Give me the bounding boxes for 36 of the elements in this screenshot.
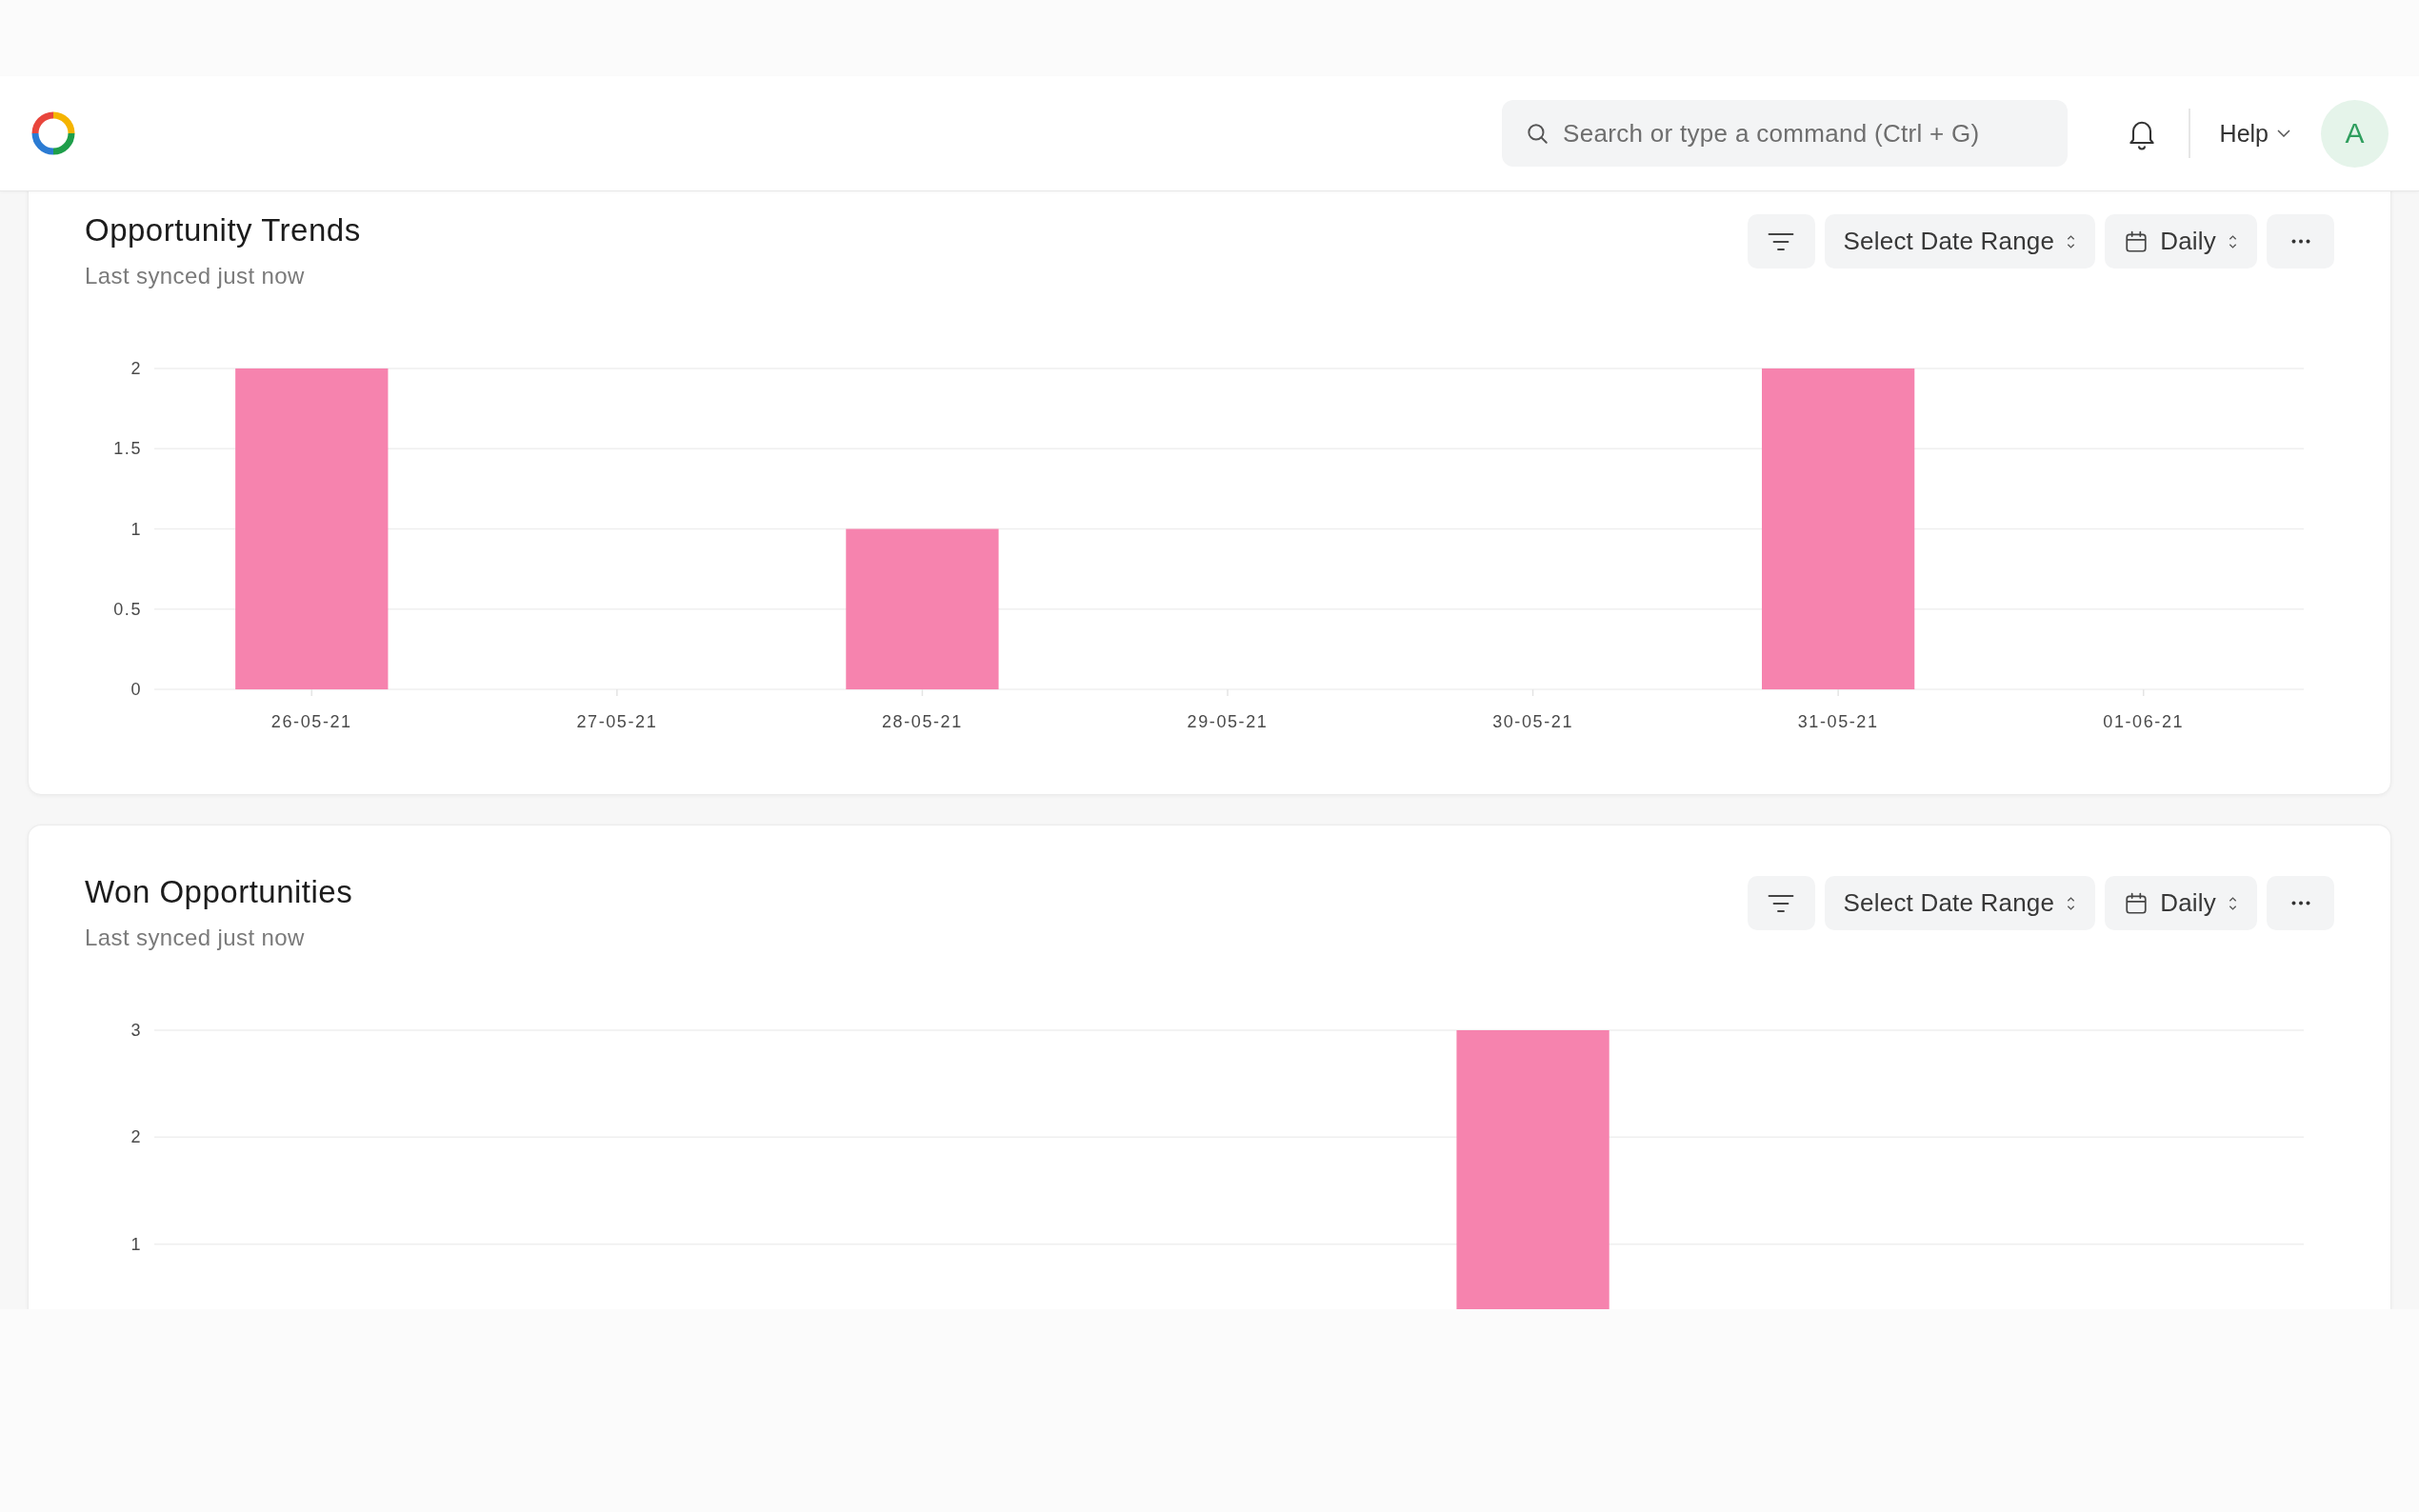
x-axis-label: 01-06-21 (2103, 712, 2185, 731)
sync-status: Last synced just now (85, 262, 306, 290)
y-axis-label: 1.5 (113, 439, 142, 459)
search-field[interactable]: Search or type a command (Ctrl + G) (1502, 100, 2069, 167)
filter-icon (1768, 231, 1795, 251)
logo-icon[interactable] (30, 110, 76, 156)
card-title: Won Opportunities (85, 874, 353, 910)
search-icon (1525, 121, 1550, 146)
calendar-icon (2124, 890, 2149, 916)
help-menu[interactable]: Help (2219, 119, 2290, 148)
y-axis-label: 1 (130, 1234, 142, 1254)
y-axis-label: 2 (130, 1127, 142, 1147)
y-axis-label: 2 (130, 359, 142, 378)
y-axis-label: 0 (130, 680, 142, 699)
x-axis-label: 28-05-21 (882, 712, 963, 731)
interval-select[interactable]: Daily (2105, 214, 2257, 269)
card-title: Opportunity Trends (85, 212, 361, 249)
filter-button[interactable] (1747, 214, 1815, 269)
date-range-select[interactable]: Select Date Range (1824, 214, 2096, 269)
y-axis-label: 3 (130, 1021, 142, 1040)
ellipsis-icon (2290, 901, 2310, 905)
interval-select[interactable]: Daily (2105, 876, 2257, 930)
x-axis-label: 26-05-21 (270, 712, 352, 731)
chevron-down-icon (2277, 129, 2290, 137)
calendar-icon (2124, 229, 2149, 254)
filter-button[interactable] (1747, 876, 1815, 930)
sync-status: Last synced just now (85, 924, 306, 952)
filter-icon (1768, 893, 1795, 913)
x-axis-label: 29-05-21 (1187, 712, 1269, 731)
x-axis-label: 27-05-21 (576, 712, 658, 731)
date-range-select[interactable]: Select Date Range (1824, 876, 2096, 930)
x-axis-label: 30-05-21 (1492, 712, 1573, 731)
y-axis-label: 0.5 (113, 599, 142, 619)
y-axis-label: 1 (130, 519, 142, 539)
ellipsis-icon (2290, 239, 2310, 244)
x-axis-label: 31-05-21 (1797, 712, 1879, 731)
